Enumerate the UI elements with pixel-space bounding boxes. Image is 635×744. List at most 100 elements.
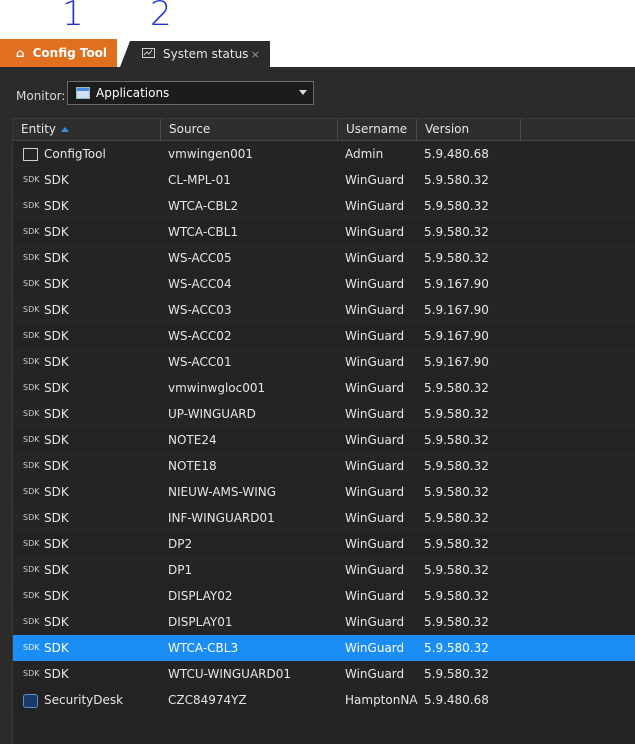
cell-username: WinGuard <box>345 511 405 525</box>
table-row[interactable]: SDK SDK WTCA-CBL1 WinGuard 5.9.580.32 <box>13 219 635 245</box>
cell-version: 5.9.167.90 <box>424 277 489 291</box>
sdk-icon: SDK <box>23 357 40 366</box>
cell-source: CL-MPL-01 <box>168 173 231 187</box>
column-header-entity[interactable]: Entity <box>13 119 161 140</box>
cell-version: 5.9.167.90 <box>424 329 489 343</box>
monitor-select[interactable]: Applications <box>67 81 314 105</box>
security-desk-icon <box>23 687 38 713</box>
cell-username: Admin <box>345 147 384 161</box>
table-row[interactable]: SDK SDK NIEUW-AMS-WING WinGuard 5.9.580.32 <box>13 479 635 505</box>
tab-system-status[interactable]: System status × <box>120 41 270 67</box>
table-row[interactable]: SDK SDK CL-MPL-01 WinGuard 5.9.580.32 <box>13 167 635 193</box>
cell-entity: SDK <box>44 459 69 473</box>
cell-version: 5.9.580.32 <box>424 537 489 551</box>
cell-version: 5.9.167.90 <box>424 355 489 369</box>
table-row[interactable]: SDK SDK DISPLAY01 WinGuard 5.9.580.32 <box>13 609 635 635</box>
cell-username: WinGuard <box>345 407 405 421</box>
cell-source: WTCA-CBL3 <box>168 641 239 655</box>
table-row[interactable]: ConfigTool vmwingen001 Admin 5.9.480.68 <box>13 141 635 167</box>
cell-version: 5.9.580.32 <box>424 641 489 655</box>
cell-entity: SDK <box>44 303 69 317</box>
sdk-icon: SDK <box>23 461 40 470</box>
table-row[interactable]: SDK SDK WS-ACC05 WinGuard 5.9.580.32 <box>13 245 635 271</box>
sdk-icon: SDK <box>23 513 40 522</box>
cell-source: NOTE18 <box>168 459 217 473</box>
cell-username: WinGuard <box>345 199 405 213</box>
cell-source: WS-ACC05 <box>168 251 232 265</box>
cell-version: 5.9.580.32 <box>424 511 489 525</box>
cell-username: WinGuard <box>345 459 405 473</box>
cell-source: vmwinwgloc001 <box>168 381 266 395</box>
cell-source: WS-ACC01 <box>168 355 232 369</box>
close-icon[interactable]: × <box>251 48 260 61</box>
cell-entity: SDK <box>44 381 69 395</box>
sdk-icon: SDK <box>23 253 40 262</box>
cell-version: 5.9.580.32 <box>424 433 489 447</box>
cell-source: INF-WINGUARD01 <box>168 511 275 525</box>
home-icon: ⌂ <box>16 46 25 60</box>
cell-username: WinGuard <box>345 251 405 265</box>
table-row[interactable]: SDK SDK DP1 WinGuard 5.9.580.32 <box>13 557 635 583</box>
annotation-2: 2 <box>150 0 172 34</box>
cell-source: NOTE24 <box>168 433 217 447</box>
cell-username: WinGuard <box>345 173 405 187</box>
column-header-entity-label: Entity <box>21 122 57 136</box>
cell-source: DISPLAY01 <box>168 615 233 629</box>
sdk-icon: SDK <box>23 227 40 236</box>
table-row[interactable]: SDK SDK WS-ACC03 WinGuard 5.9.167.90 <box>13 297 635 323</box>
table-row[interactable]: SDK SDK WTCA-CBL2 WinGuard 5.9.580.32 <box>13 193 635 219</box>
cell-username: WinGuard <box>345 355 405 369</box>
column-header-source[interactable]: Source <box>161 119 338 140</box>
cell-username: WinGuard <box>345 537 405 551</box>
cell-username: WinGuard <box>345 563 405 577</box>
sdk-icon: SDK <box>23 409 40 418</box>
cell-entity: SDK <box>44 277 69 291</box>
table-row[interactable]: SDK SDK WS-ACC04 WinGuard 5.9.167.90 <box>13 271 635 297</box>
table-row[interactable]: SDK SDK NOTE18 WinGuard 5.9.580.32 <box>13 453 635 479</box>
system-status-panel: Monitor: Applications Entity Source User… <box>0 67 635 744</box>
cell-version: 5.9.480.68 <box>424 147 489 161</box>
applications-table: Entity Source Username Version ConfigToo… <box>12 118 635 744</box>
table-row[interactable]: SDK SDK NOTE24 WinGuard 5.9.580.32 <box>13 427 635 453</box>
table-row[interactable]: SDK SDK WS-ACC01 WinGuard 5.9.167.90 <box>13 349 635 375</box>
table-row[interactable]: SDK SDK vmwinwgloc001 WinGuard 5.9.580.32 <box>13 375 635 401</box>
cell-entity: SDK <box>44 589 69 603</box>
sdk-icon: SDK <box>23 201 40 210</box>
cell-version: 5.9.480.68 <box>424 693 489 707</box>
cell-username: WinGuard <box>345 433 405 447</box>
monitor-select-value: Applications <box>96 86 170 100</box>
cell-version: 5.9.580.32 <box>424 563 489 577</box>
sdk-icon: SDK <box>23 617 40 626</box>
table-row[interactable]: SDK SDK INF-WINGUARD01 WinGuard 5.9.580.32 <box>13 505 635 531</box>
tab-config-tool-label: Config Tool <box>32 46 108 60</box>
column-header-username[interactable]: Username <box>338 119 417 140</box>
cell-username: WinGuard <box>345 667 405 681</box>
cell-source: DP2 <box>168 537 193 551</box>
table-row[interactable]: SDK SDK DP2 WinGuard 5.9.580.32 <box>13 531 635 557</box>
table-header: Entity Source Username Version <box>13 119 635 141</box>
table-row[interactable]: SDK SDK WTCA-CBL3 WinGuard 5.9.580.32 <box>13 635 635 661</box>
column-header-version[interactable]: Version <box>417 119 521 140</box>
sort-ascending-icon <box>61 127 70 132</box>
table-row[interactable]: SDK SDK UP-WINGUARD WinGuard 5.9.580.32 <box>13 401 635 427</box>
annotation-1: 1 <box>62 0 84 34</box>
monitor-label: Monitor: <box>16 89 66 103</box>
table-row[interactable]: SecurityDesk CZC84974YZ HamptonNA 5.9.480.6… <box>13 687 635 713</box>
applications-icon <box>76 87 90 99</box>
cell-entity: SDK <box>44 355 69 369</box>
sdk-icon: SDK <box>23 643 40 652</box>
cell-entity: SDK <box>44 329 69 343</box>
cell-entity: SDK <box>44 199 69 213</box>
cell-source: DP1 <box>168 563 193 577</box>
cell-entity: SDK <box>44 511 69 525</box>
tab-system-status-label: System status <box>163 47 249 61</box>
cell-source: UP-WINGUARD <box>168 407 256 421</box>
sdk-icon: SDK <box>23 565 40 574</box>
table-row[interactable]: SDK SDK DISPLAY02 WinGuard 5.9.580.32 <box>13 583 635 609</box>
cell-entity: SDK <box>44 615 69 629</box>
table-row[interactable]: SDK SDK WTCU-WINGUARD01 WinGuard 5.9.580.32 <box>13 661 635 687</box>
cell-version: 5.9.580.32 <box>424 485 489 499</box>
sdk-icon: SDK <box>23 305 40 314</box>
table-row[interactable]: SDK SDK WS-ACC02 WinGuard 5.9.167.90 <box>13 323 635 349</box>
tab-config-tool[interactable]: ⌂ Config Tool <box>0 39 117 67</box>
